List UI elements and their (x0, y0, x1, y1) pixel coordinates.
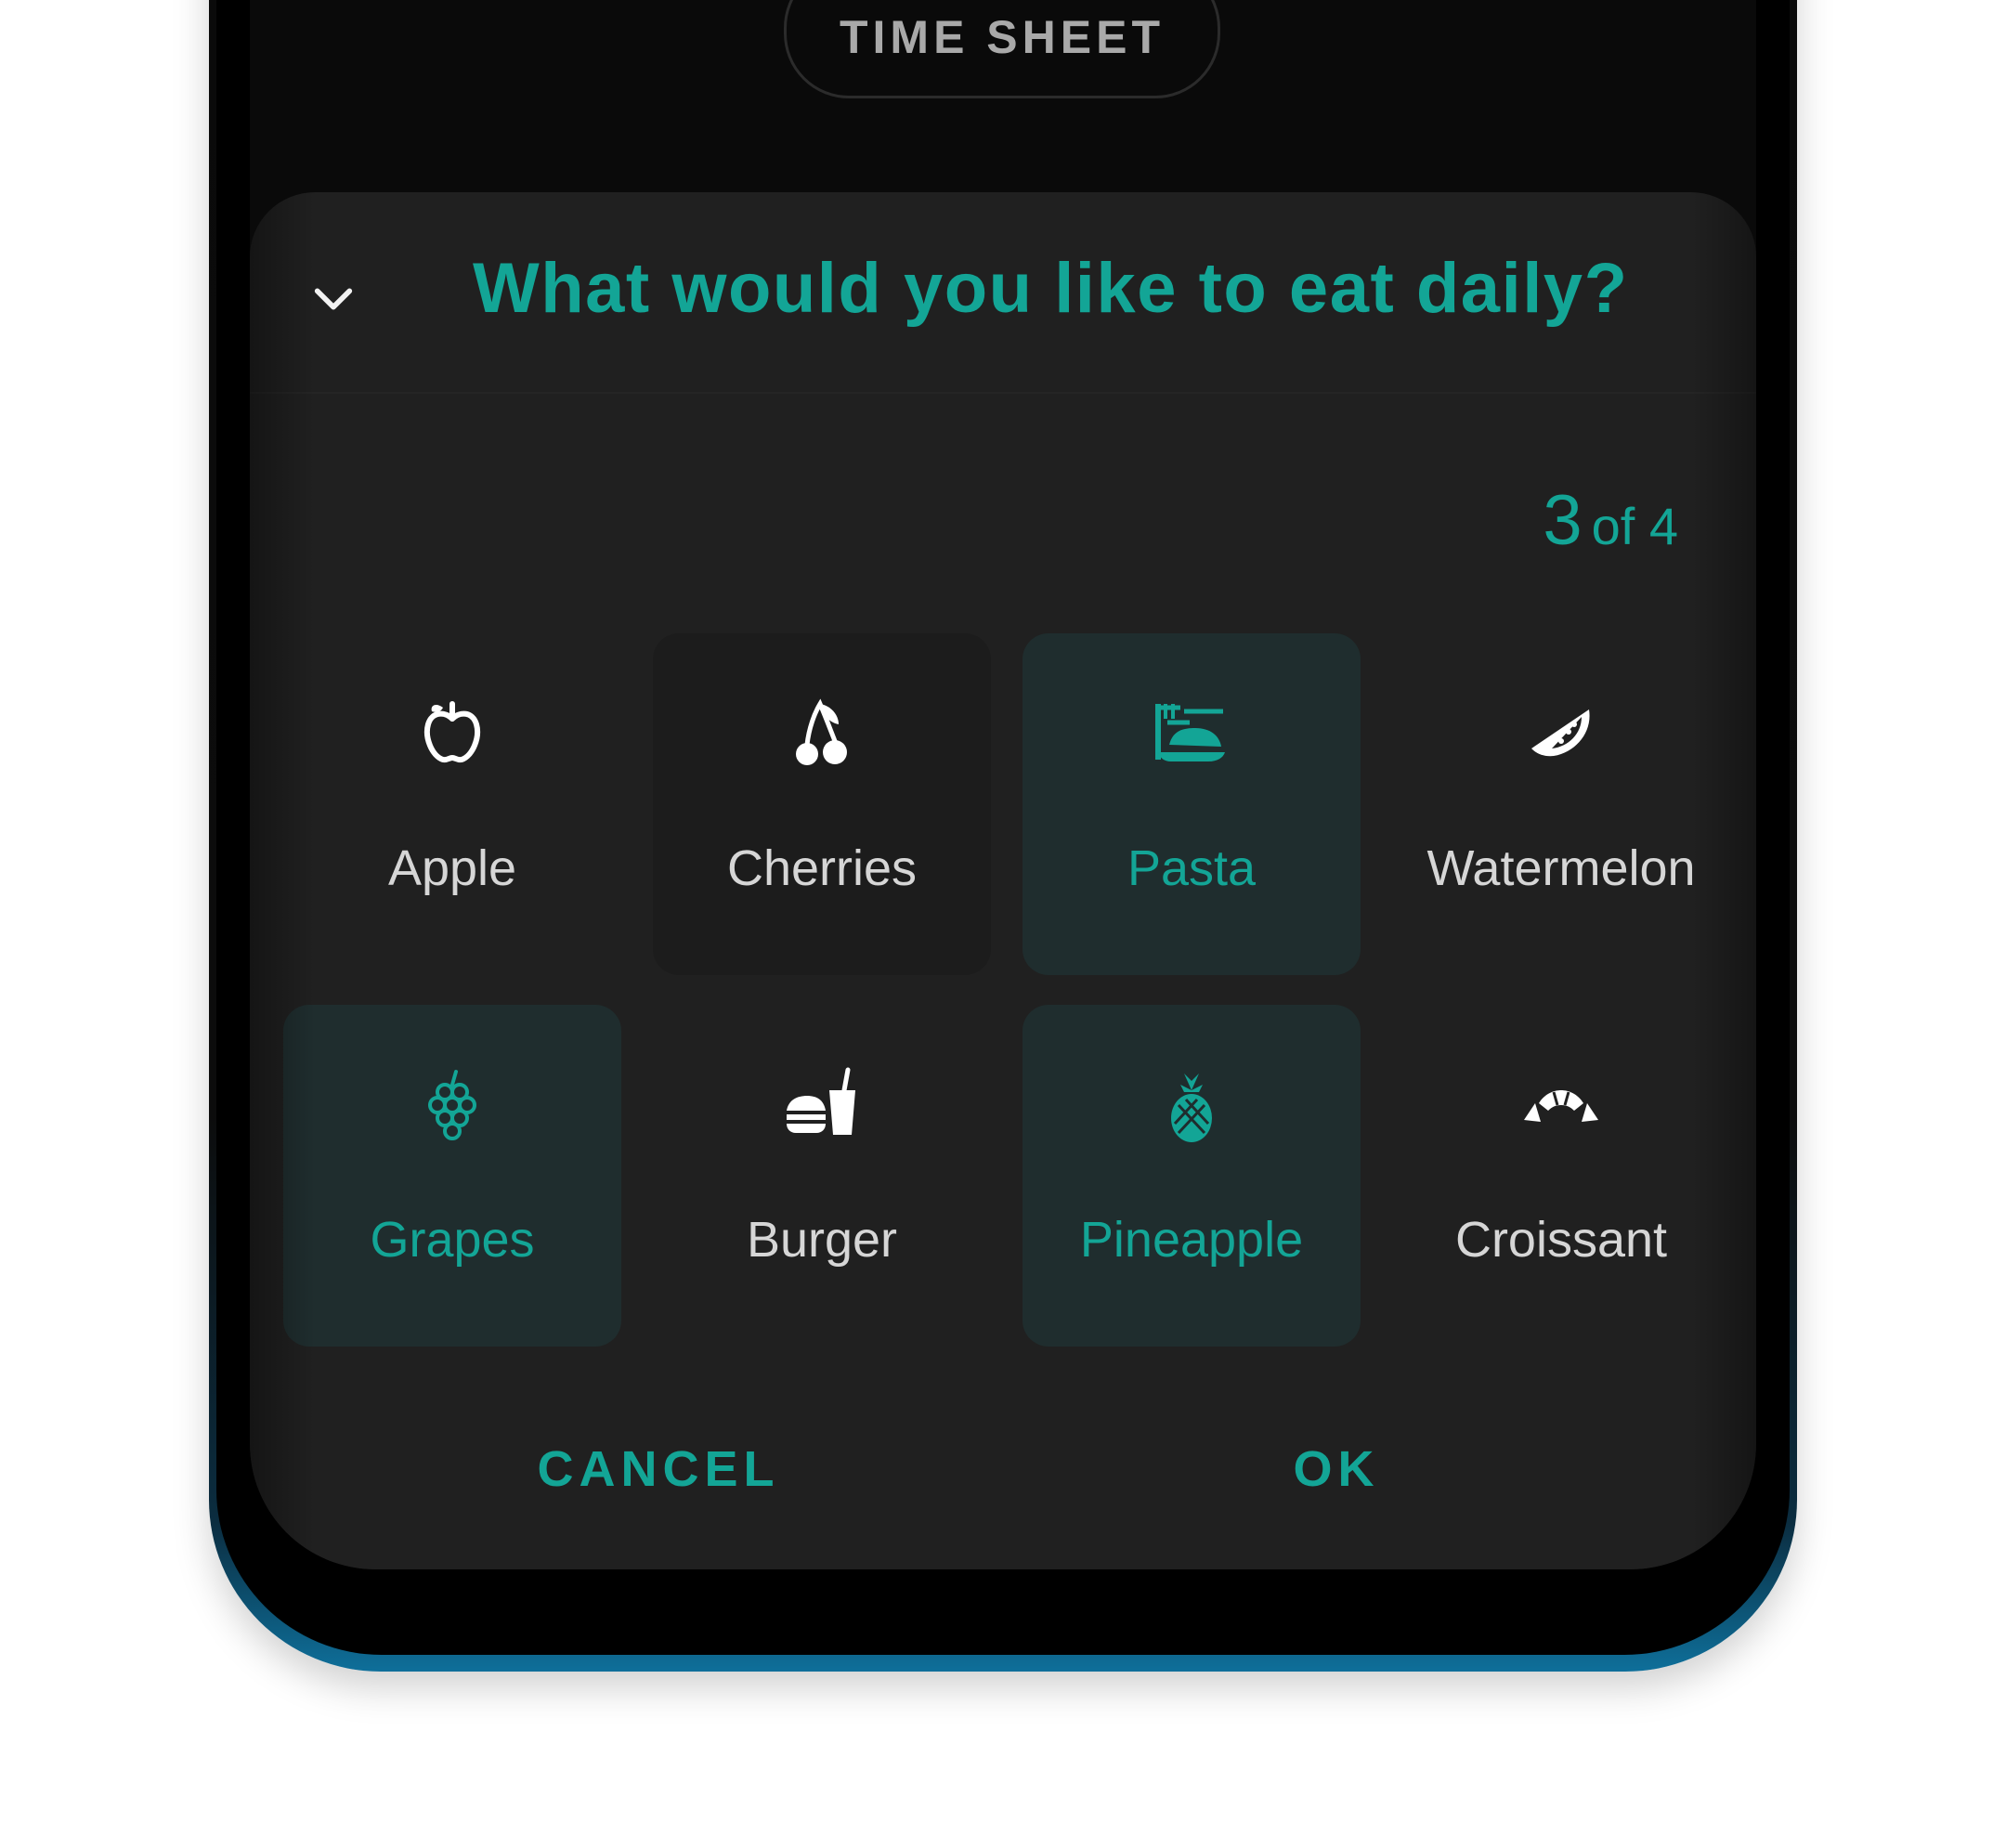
option-pineapple[interactable]: Pineapple (1023, 1005, 1361, 1347)
device-mockup: TIME SHEET What would you like to eat da… (0, 0, 2006, 1848)
chevron-down-icon (314, 288, 353, 310)
option-label: Grapes (370, 1212, 535, 1268)
option-label: Cherries (726, 840, 918, 896)
bottom-sheet-dialog: What would you like to eat daily? 3 of 4 … (250, 192, 1756, 1569)
watermelon-icon (1517, 691, 1606, 780)
time-sheet-label: TIME SHEET (839, 11, 1166, 63)
croissant-icon (1517, 1062, 1606, 1152)
cherries-icon (777, 691, 866, 780)
collapse-button[interactable] (306, 271, 361, 327)
selection-count-current: 3 (1543, 481, 1583, 560)
grapes-icon (408, 1062, 497, 1152)
dialog-title: What would you like to eat daily? (473, 249, 1629, 328)
option-pasta[interactable]: Pasta (1023, 633, 1361, 975)
dialog-header: What would you like to eat daily? (250, 192, 1756, 394)
option-label: Apple (387, 840, 517, 896)
phone-screen: TIME SHEET What would you like to eat da… (250, 0, 1756, 1569)
option-label: Pasta (1127, 840, 1257, 896)
option-grapes[interactable]: Grapes (283, 1005, 621, 1347)
option-burger[interactable]: Burger (653, 1005, 991, 1347)
option-label: Watermelon (1426, 840, 1696, 896)
pasta-icon (1147, 691, 1236, 780)
dialog-actions: CANCEL OK (250, 1427, 1756, 1511)
option-label: Pineapple (1079, 1212, 1304, 1268)
option-watermelon[interactable]: Watermelon (1392, 633, 1730, 975)
option-apple[interactable]: Apple (283, 633, 621, 975)
option-label: Croissant (1454, 1212, 1668, 1268)
ok-button[interactable]: OK (1234, 1427, 1439, 1511)
option-cherries[interactable]: Cherries (653, 633, 991, 975)
selection-count-total: of 4 (1591, 497, 1678, 555)
burger-drink-icon (777, 1062, 866, 1152)
cancel-button[interactable]: CANCEL (482, 1427, 835, 1511)
pineapple-icon (1147, 1062, 1236, 1152)
option-croissant[interactable]: Croissant (1392, 1005, 1730, 1347)
option-label: Burger (746, 1212, 898, 1268)
time-sheet-pill[interactable]: TIME SHEET (784, 0, 1220, 98)
apple-icon (408, 691, 497, 780)
selection-counter: 3 of 4 (1543, 480, 1678, 561)
